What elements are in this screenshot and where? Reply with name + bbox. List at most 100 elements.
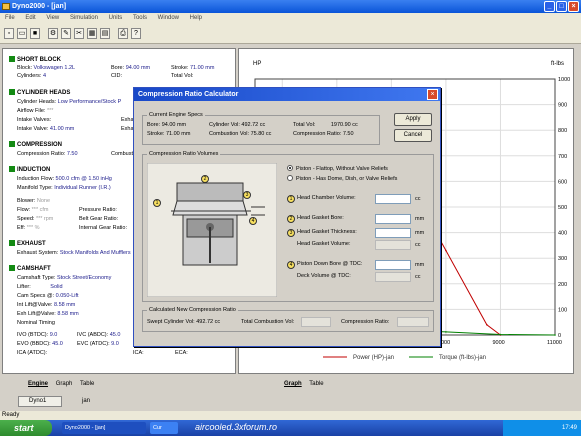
piston-down-input[interactable] xyxy=(375,260,411,270)
gasket-thickness-label: Head Gasket Thickness: xyxy=(297,229,357,235)
blower-flow-value: *** cfm xyxy=(31,207,49,213)
doc-tab-jan[interactable]: jan xyxy=(82,396,90,407)
intake-valve-value[interactable]: 41.00 mm xyxy=(50,126,74,132)
x-tick: 9000 xyxy=(492,340,504,346)
exhaust-heading[interactable]: EXHAUST xyxy=(9,240,46,248)
menu-tools[interactable]: Tools xyxy=(133,15,147,21)
gasket-thickness-input[interactable] xyxy=(375,228,411,238)
menu-help[interactable]: Help xyxy=(190,15,202,21)
y-right-tick: 900 xyxy=(558,103,567,109)
dlg-total-vol-value: 1970.90 cc xyxy=(330,122,358,128)
menu-window[interactable]: Window xyxy=(158,15,179,21)
camshaft-heading[interactable]: CAMSHAFT xyxy=(9,265,51,273)
cylinders-label: Cylinders: xyxy=(17,73,42,79)
tab-graph[interactable]: Graph xyxy=(56,381,73,387)
short-block-heading[interactable]: SHORT BLOCK xyxy=(9,56,61,64)
task-cur[interactable]: Cur xyxy=(150,422,178,434)
print-icon[interactable]: ⎙ xyxy=(118,28,128,39)
minimize-button[interactable]: _ xyxy=(544,1,555,12)
tab-graph-right[interactable]: Graph xyxy=(284,381,302,387)
blower-value[interactable]: None xyxy=(37,198,50,204)
apply-button[interactable]: Apply xyxy=(394,113,432,126)
engine-specs-label: Current Engine Specs xyxy=(147,112,205,119)
wrench-icon[interactable]: ✎ xyxy=(61,28,71,39)
piston-down-label: Piston Down Bore @ TDC: xyxy=(297,261,363,267)
menu-view[interactable]: View xyxy=(46,15,59,21)
ivc-value[interactable]: 45.0 xyxy=(110,332,121,338)
dialog-title: Compression Ratio Calculator xyxy=(134,88,440,101)
status-bar: Ready xyxy=(0,411,581,420)
gasket-bore-input[interactable] xyxy=(375,214,411,224)
dlg-stroke-value: 71.00 mm xyxy=(165,131,191,137)
swept-label: Swept Cylinder Vol: xyxy=(147,319,195,325)
airflow-value[interactable]: *** xyxy=(47,108,53,114)
block-value[interactable]: Volkswagen 1.2L xyxy=(34,65,76,71)
ivo-value[interactable]: 9.0 xyxy=(50,332,58,338)
tab-table-right[interactable]: Table xyxy=(309,381,323,387)
help-icon[interactable]: ? xyxy=(131,28,141,39)
cam-specs-value[interactable]: 0.050-Lift xyxy=(56,293,79,299)
doc-tab-dyno1[interactable]: Dyno1 xyxy=(18,396,62,407)
bore-value[interactable]: 94.00 mm xyxy=(126,65,150,71)
system-tray: 17:49 xyxy=(503,420,581,436)
marker-3-icon: 3 xyxy=(287,229,295,237)
dlg-total-vol-label: Total Vol: xyxy=(293,122,316,128)
compression-ratio-value[interactable]: 7.50 xyxy=(67,151,78,157)
stroke-value[interactable]: 71.00 mm xyxy=(190,65,214,71)
exh-lift-label: Exh Lift@Valve: xyxy=(17,311,56,317)
calc-icon[interactable]: ▤ xyxy=(100,28,110,39)
heads-label: Cylinder Heads: xyxy=(17,99,57,105)
y-left-label: HP xyxy=(253,61,261,67)
new-icon[interactable]: ▫ xyxy=(4,28,14,39)
evc-value[interactable]: 9.0 xyxy=(111,341,119,347)
evo-value[interactable]: 45.0 xyxy=(52,341,63,347)
dlg-ratio-label: Compression Ratio: xyxy=(293,131,342,137)
menu-edit[interactable]: Edit xyxy=(25,15,35,21)
maximize-button[interactable]: □ xyxy=(556,1,567,12)
evc-label: EVC (ATDC): xyxy=(77,341,110,347)
induction-heading[interactable]: INDUCTION xyxy=(9,166,50,174)
task-dyno2000[interactable]: Dyno2000 - [jan] xyxy=(62,422,146,434)
menu-simulation[interactable]: Simulation xyxy=(70,15,98,21)
document-tabs: Dyno1 jan xyxy=(0,393,581,410)
save-icon[interactable]: ■ xyxy=(30,28,40,39)
manifold-value[interactable]: Individual Runner (I.R.) xyxy=(54,185,111,191)
radio-dome[interactable]: Piston - Has Dome, Dish, or Valve Relief… xyxy=(287,175,397,183)
menu-file[interactable]: File xyxy=(5,15,15,21)
start-button[interactable]: start xyxy=(0,420,52,436)
close-button[interactable]: × xyxy=(568,1,579,12)
menu-units[interactable]: Units xyxy=(109,15,123,21)
compression-ratio-label: Compression Ratio: xyxy=(17,151,66,157)
legend-label: Torque (ft-lbs)-jan xyxy=(439,355,486,361)
checkbox-icon xyxy=(9,141,15,147)
exh-lift-value[interactable]: 8.58 mm xyxy=(57,311,78,317)
compression-heading[interactable]: COMPRESSION xyxy=(9,141,62,149)
radio-flattop[interactable]: Piston - Flattop, Without Valve Reliefs xyxy=(287,165,388,173)
marker-2-icon: 2 xyxy=(287,215,295,223)
tool-icon[interactable]: ✂ xyxy=(74,28,84,39)
cancel-button[interactable]: Cancel xyxy=(394,129,432,142)
ica-label: ICA: xyxy=(133,350,144,356)
heads-value[interactable]: Low Performance/Stock P xyxy=(58,99,122,105)
tab-table[interactable]: Table xyxy=(80,381,94,387)
lifter-value[interactable]: Solid xyxy=(50,284,62,290)
int-lift-value[interactable]: 8.58 mm xyxy=(54,302,75,308)
head-chamber-input[interactable] xyxy=(375,194,411,204)
marker-4-icon: 4 xyxy=(287,261,295,269)
right-tabs: Graph Table xyxy=(284,380,330,389)
camshaft-type-value[interactable]: Stock Street/Economy xyxy=(57,275,111,281)
dialog-close-icon[interactable]: × xyxy=(427,89,438,100)
checkbox-icon xyxy=(9,56,15,62)
engine-icon[interactable]: ⚙ xyxy=(48,28,58,39)
cylinders-value[interactable]: 4 xyxy=(43,73,46,79)
cylinder-heads-heading[interactable]: CYLINDER HEADS xyxy=(9,89,70,97)
tab-engine[interactable]: Engine xyxy=(28,381,48,387)
speed-value: *** rpm xyxy=(35,216,54,222)
open-icon[interactable]: ▭ xyxy=(17,28,27,39)
exhaust-system-value[interactable]: Stock Manifolds And Mufflers xyxy=(60,250,131,256)
induction-flow-value[interactable]: 500.0 cfm @ 1.50 inHg xyxy=(56,176,112,182)
total-vol-label: Total Vol: xyxy=(171,73,194,79)
evo-label: EVO (BBDC): xyxy=(17,341,51,347)
clock: 17:49 xyxy=(561,425,577,431)
chart-icon[interactable]: ▦ xyxy=(87,28,97,39)
